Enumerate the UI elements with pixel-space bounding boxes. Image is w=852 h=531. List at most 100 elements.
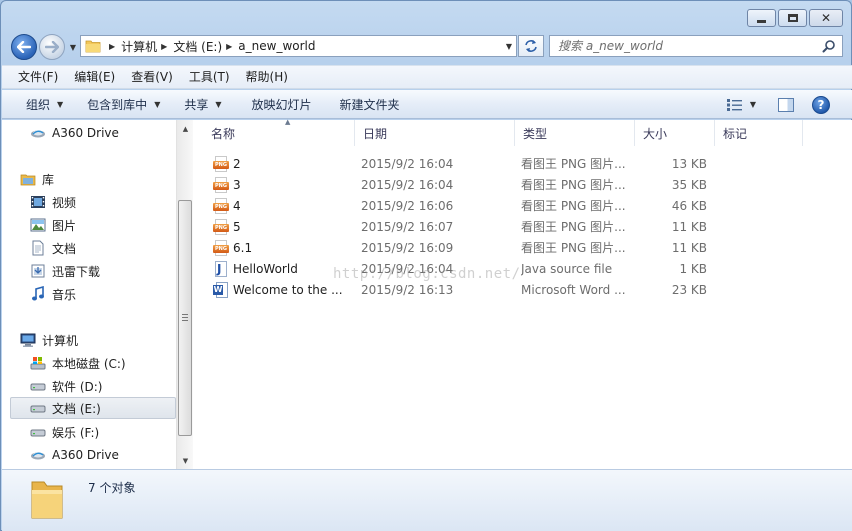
share-button[interactable]: 共享 ▼ [172, 90, 233, 119]
forward-button[interactable] [39, 34, 65, 60]
file-size: 11 KB [671, 241, 707, 255]
nav-item-libraries[interactable]: 库 [20, 168, 188, 190]
nav-item-pictures[interactable]: 图片 [30, 214, 198, 236]
slideshow-button[interactable]: 放映幻灯片 [234, 90, 324, 119]
address-bar[interactable]: ▶ 计算机 ▶ 文档 (E:) ▶ a_new_world ▼ [80, 35, 517, 57]
file-date: 2015/9/2 16:04 [361, 178, 454, 192]
view-dropdown-icon[interactable]: ▼ [750, 100, 756, 109]
column-header-size[interactable]: 大小 [635, 120, 715, 146]
menu-help[interactable]: 帮助(H) [238, 66, 296, 88]
search-input[interactable] [558, 39, 818, 53]
file-name: 3 [233, 178, 241, 192]
column-header-date[interactable]: 日期 [355, 120, 515, 146]
scroll-up-arrow[interactable]: ▲ [177, 120, 194, 137]
nav-item-a360-drive[interactable]: A360 Drive [30, 122, 198, 144]
pictures-library-icon [30, 218, 46, 232]
nav-item-drive-d[interactable]: 软件 (D:) [30, 375, 198, 397]
png-file-icon: PNG [213, 156, 229, 172]
arrow-left-icon [17, 41, 31, 53]
chevron-right-icon: ▶ [226, 41, 233, 51]
chevron-down-icon: ▼ [57, 99, 64, 109]
address-history-dropdown[interactable]: ▼ [506, 42, 512, 51]
breadcrumb-item[interactable]: ▶ 文档 (E:) [157, 36, 222, 56]
menu-tools[interactable]: 工具(T) [181, 66, 238, 88]
organize-button[interactable]: 组织 ▼ [2, 90, 75, 119]
menu-edit[interactable]: 编辑(E) [66, 66, 123, 88]
word-file-icon: W [213, 282, 229, 298]
cloud-drive-icon [31, 452, 45, 460]
recent-pages-button[interactable]: ▼ [67, 41, 79, 53]
breadcrumb-item[interactable]: ▶ a_new_world [222, 36, 315, 56]
png-file-icon: PNG [213, 219, 229, 235]
computer-icon [20, 333, 36, 347]
nav-item-drive-c[interactable]: 本地磁盘 (C:) [30, 352, 198, 374]
file-date: 2015/9/2 16:07 [361, 220, 454, 234]
nav-item-downloads[interactable]: 迅雷下载 [30, 260, 198, 282]
view-options-icon[interactable] [726, 98, 744, 112]
nav-item-documents[interactable]: 文档 [30, 237, 198, 259]
java-file-icon: J [213, 261, 229, 277]
minimize-button[interactable] [747, 9, 776, 27]
scroll-down-arrow[interactable]: ▼ [177, 452, 194, 469]
file-row[interactable]: PNG 6.1 2015/9/2 16:09 看图王 PNG 图片... 11 … [207, 238, 727, 259]
caption-buttons: ✕ [747, 9, 843, 27]
file-list: ▲ 名称 日期 类型 大小 标记 PNG 2 2015/9/2 16:04 看图… [193, 118, 852, 469]
file-size: 1 KB [679, 262, 707, 276]
breadcrumb-item[interactable]: ▶ 计算机 [105, 36, 157, 56]
nav-item-computer[interactable]: 计算机 [20, 329, 188, 351]
column-header-label: 标记 [723, 126, 748, 141]
nav-item-drive-e[interactable]: 文档 (E:) [10, 397, 176, 419]
file-row[interactable]: PNG 2 2015/9/2 16:04 看图王 PNG 图片... 13 KB [207, 154, 727, 175]
png-file-icon: PNG [213, 198, 229, 214]
refresh-icon [525, 40, 537, 52]
maximize-button[interactable] [778, 9, 807, 27]
column-header-name[interactable]: ▲ 名称 [203, 118, 355, 146]
folder-icon [31, 481, 63, 519]
file-row[interactable]: PNG 5 2015/9/2 16:07 看图王 PNG 图片... 11 KB [207, 217, 727, 238]
nav-scrollbar[interactable]: ▲ ▼ [176, 120, 193, 469]
refresh-button[interactable] [518, 35, 544, 57]
close-button[interactable]: ✕ [809, 9, 843, 27]
nav-label: 娱乐 (F:) [52, 425, 100, 440]
column-header-tags[interactable]: 标记 [715, 120, 803, 146]
drive-icon [30, 429, 46, 437]
file-row[interactable]: PNG 4 2015/9/2 16:06 看图王 PNG 图片... 46 KB [207, 196, 727, 217]
file-type: 看图王 PNG 图片... [521, 220, 626, 234]
drive-icon [30, 383, 46, 391]
file-size: 11 KB [671, 220, 707, 234]
new-folder-button[interactable]: 新建文件夹 [324, 90, 412, 119]
file-type: 看图王 PNG 图片... [521, 241, 626, 255]
file-type: Java source file [521, 262, 613, 276]
sort-ascending-icon: ▲ [285, 118, 291, 126]
menu-view[interactable]: 查看(V) [123, 66, 181, 88]
nav-label: 本地磁盘 (C:) [52, 356, 126, 371]
back-button[interactable] [11, 34, 37, 60]
nav-label: 图片 [52, 218, 77, 233]
nav-item-videos[interactable]: 视频 [30, 191, 198, 213]
nav-item-a360-drive-2[interactable]: A360 Drive [30, 444, 198, 466]
file-row[interactable]: PNG 3 2015/9/2 16:04 看图王 PNG 图片... 35 KB [207, 175, 727, 196]
help-icon[interactable]: ? [812, 95, 830, 114]
arrow-right-icon [45, 41, 59, 53]
file-name: 5 [233, 220, 241, 234]
search-box[interactable] [549, 35, 843, 57]
column-header-type[interactable]: 类型 [515, 120, 635, 146]
file-date: 2015/9/2 16:04 [361, 157, 454, 171]
downloads-library-icon [31, 264, 45, 278]
include-in-library-label: 包含到库中 [87, 97, 148, 112]
file-name: 4 [233, 199, 241, 213]
menu-file[interactable]: 文件(F) [10, 66, 66, 88]
cloud-drive-icon [31, 130, 45, 138]
file-row[interactable]: W Welcome to the ... 2015/9/2 16:13 Micr… [207, 280, 727, 301]
file-name: Welcome to the ... [233, 283, 343, 297]
preview-pane-icon[interactable] [778, 97, 794, 112]
nav-label: 音乐 [52, 287, 77, 302]
item-count: 7 个对象 [88, 481, 136, 495]
scroll-thumb[interactable] [178, 200, 192, 436]
organize-label: 组织 [26, 97, 51, 112]
nav-item-music[interactable]: 音乐 [30, 283, 198, 305]
nav-item-drive-f[interactable]: 娱乐 (F:) [30, 421, 198, 443]
file-size: 35 KB [671, 178, 707, 192]
include-in-library-button[interactable]: 包含到库中 ▼ [75, 90, 172, 119]
file-date: 2015/9/2 16:13 [361, 283, 454, 297]
